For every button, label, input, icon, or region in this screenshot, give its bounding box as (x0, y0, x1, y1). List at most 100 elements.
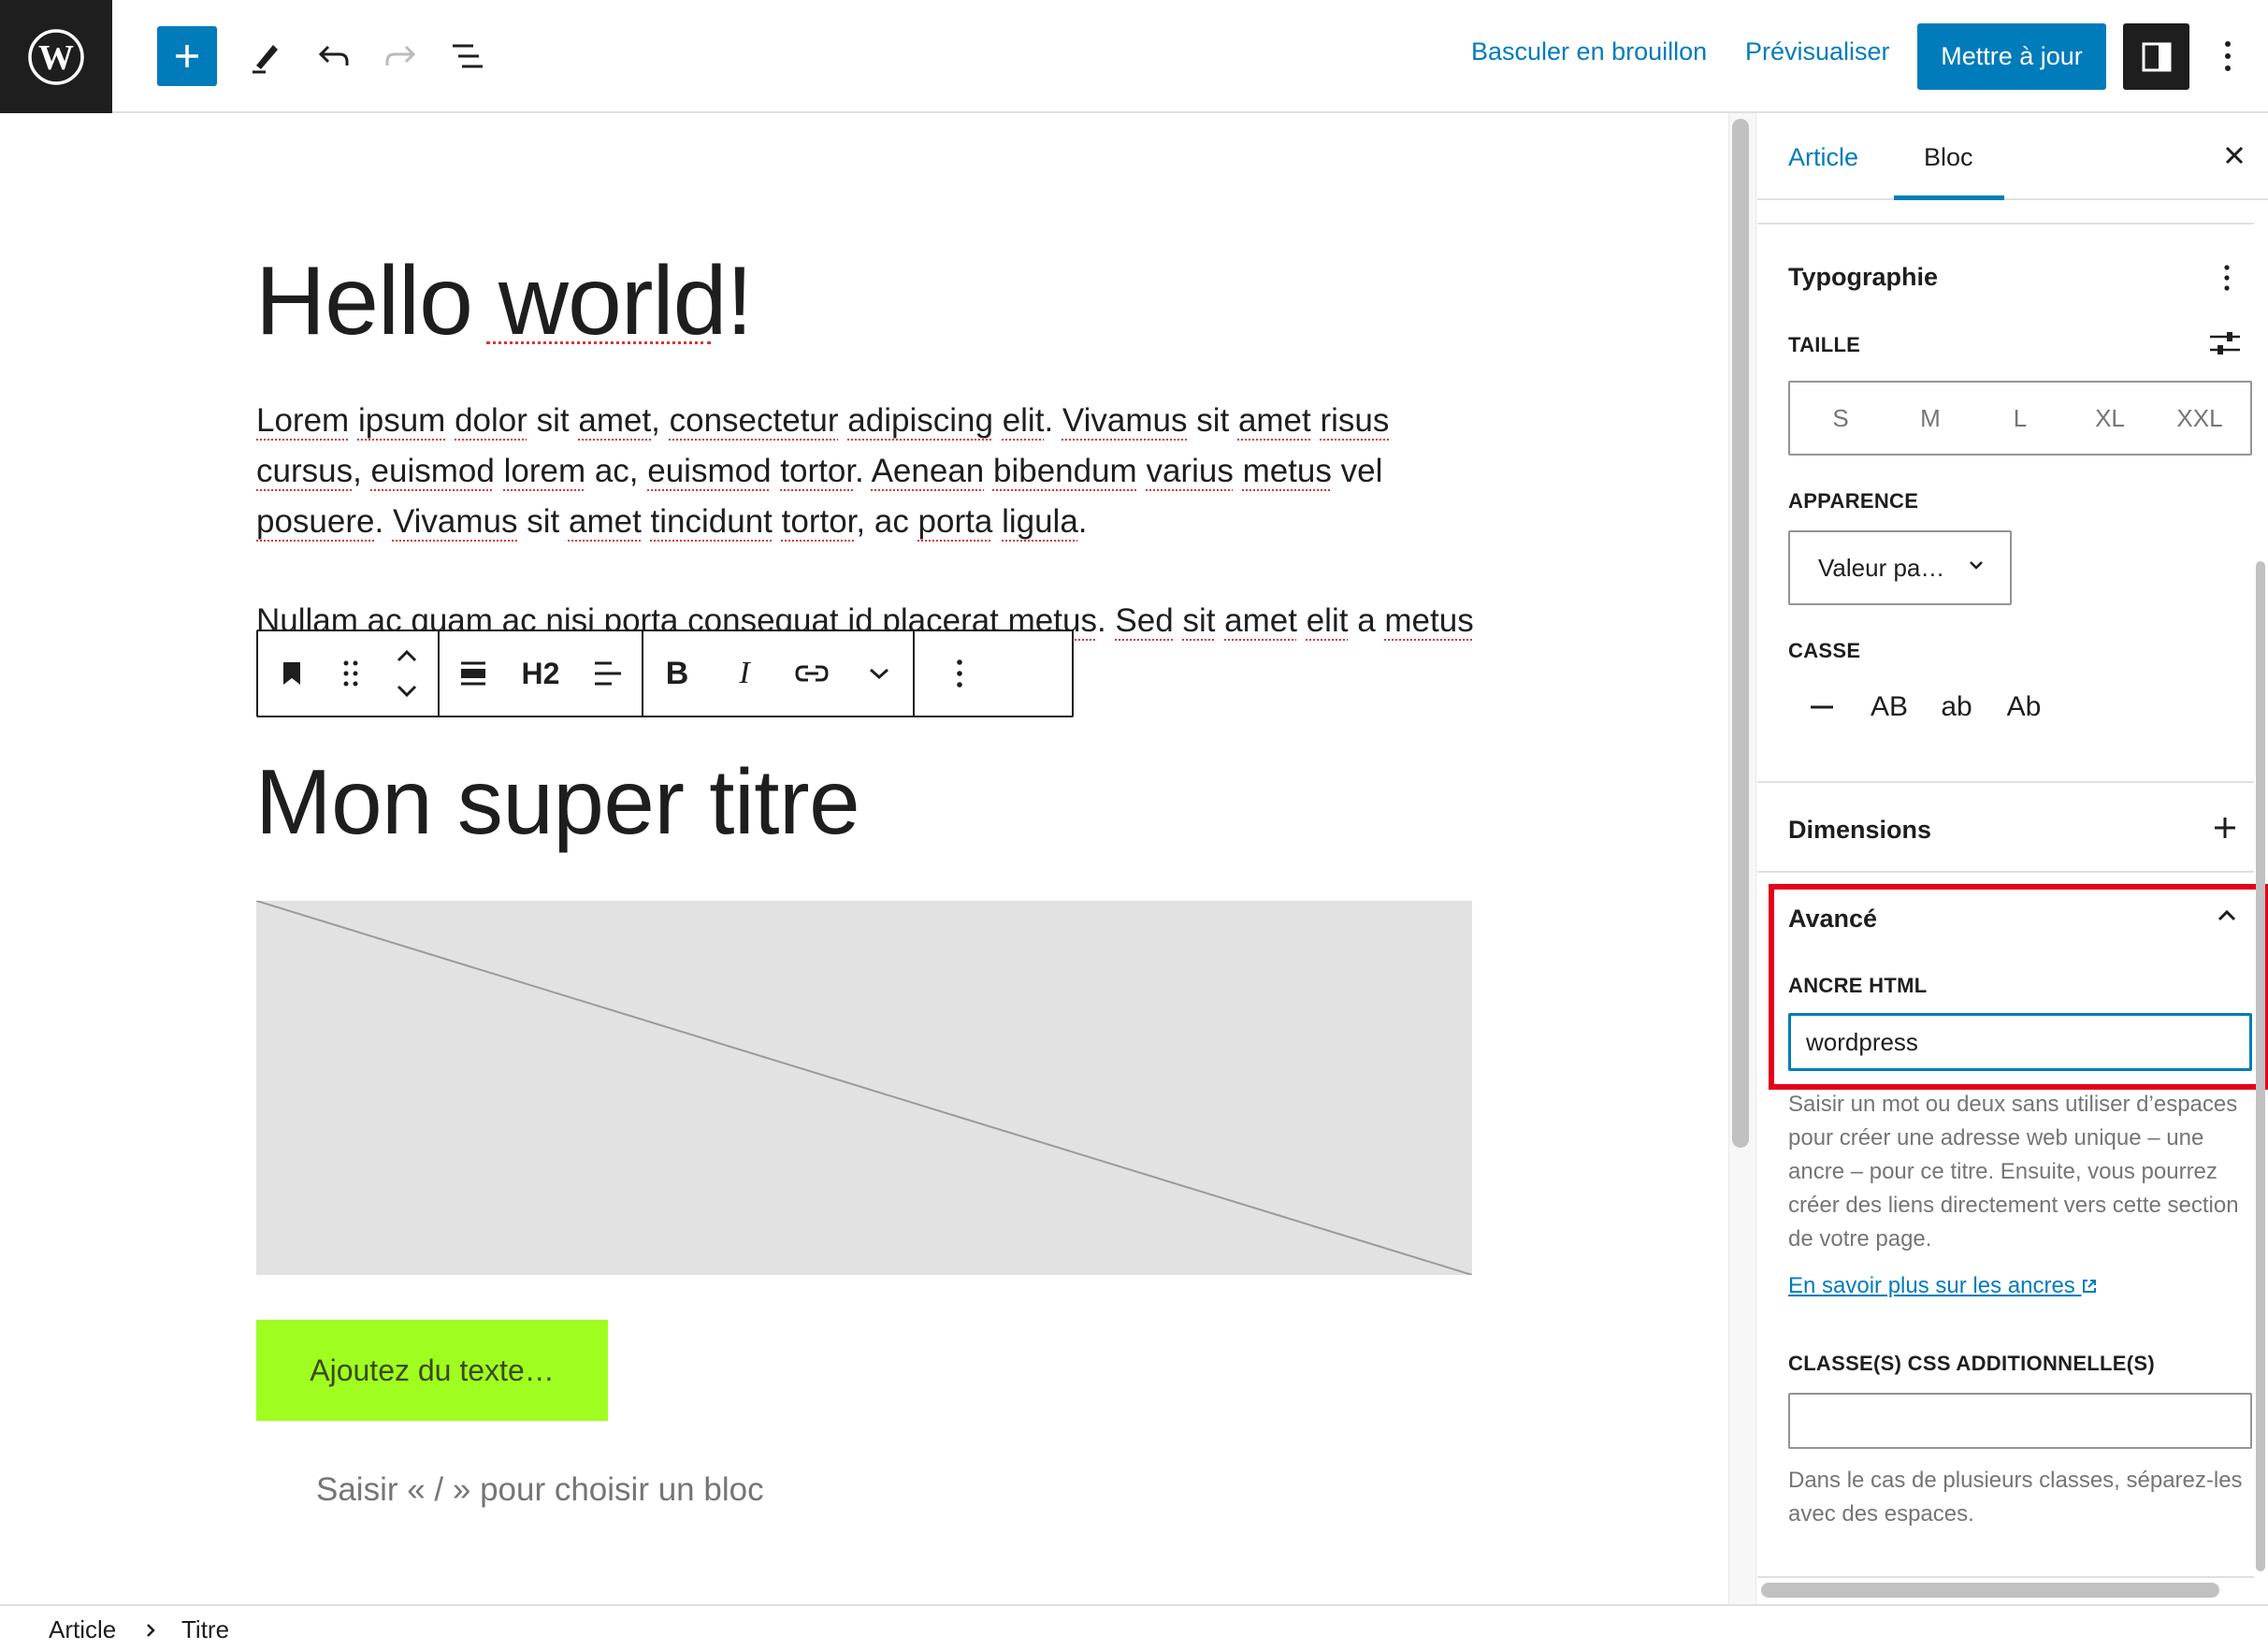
paragraph-word: elit (1002, 402, 1045, 439)
chevron-down-icon (1970, 561, 1983, 570)
typography-options-button[interactable] (2213, 259, 2241, 297)
paragraph-word: ligula (1002, 503, 1078, 540)
drag-handle[interactable] (325, 631, 376, 716)
dimensions-options-button[interactable] (2206, 809, 2244, 847)
paragraph-word: metus (1384, 602, 1474, 639)
font-size-xl[interactable]: XL (2073, 404, 2147, 433)
spellcheck-underline (486, 341, 711, 344)
link-button[interactable] (778, 631, 845, 716)
block-options-button[interactable] (915, 631, 1004, 716)
heading-block[interactable]: Mon super titre (255, 749, 860, 855)
divider (1757, 871, 2254, 873)
redo-icon (385, 45, 416, 65)
paragraph-word (527, 402, 537, 439)
custom-size-button[interactable] (2206, 325, 2244, 362)
font-size-picker: S M L XL XXL (1788, 381, 2252, 456)
text-align-button[interactable] (574, 631, 642, 716)
editor-top-bar: W Basculer en brouillon Prévisualiser Me… (0, 0, 2268, 113)
typography-panel-title: Typographie (1788, 263, 1939, 291)
block-type-button[interactable] (258, 631, 325, 716)
paragraph-word (772, 453, 781, 489)
paragraph-word: , (651, 402, 670, 439)
chevron-down-icon (870, 668, 888, 680)
preview-link[interactable]: Prévisualiser (1745, 37, 1890, 66)
align-left-icon (595, 661, 621, 686)
italic-button[interactable]: I (711, 631, 778, 716)
undo-button[interactable] (304, 26, 364, 86)
paragraph-word: . (374, 503, 393, 540)
bold-button[interactable]: B (643, 631, 711, 716)
paragraph-word: a (1348, 602, 1385, 639)
divider (1757, 781, 2254, 783)
paragraph-word (642, 503, 651, 540)
divider (1757, 223, 2254, 224)
block-toolbar: H2 B I (256, 630, 1074, 717)
heading-level-button[interactable]: H2 (507, 631, 574, 716)
font-size-m[interactable]: M (1893, 404, 1968, 433)
pencil-icon (253, 45, 278, 74)
more-formats-button[interactable] (845, 631, 913, 716)
block-appender[interactable]: Saisir « / » pour choisir un bloc (316, 1471, 764, 1509)
update-button[interactable]: Mettre à jour (1917, 23, 2106, 90)
list-view-icon (453, 44, 483, 68)
button-block[interactable]: Ajoutez du texte… (256, 1320, 608, 1421)
dimensions-panel-title[interactable]: Dimensions (1788, 816, 1931, 845)
case-lowercase-button[interactable]: ab (1923, 684, 1990, 731)
paragraph-word: tortor (780, 453, 856, 489)
more-vertical-icon (2224, 265, 2230, 291)
bookmark-icon (283, 662, 300, 685)
sidebar-scrollbar[interactable] (2256, 561, 2265, 1571)
case-capitalize-button[interactable]: Ab (1990, 684, 2058, 731)
learn-more-anchors-text: En savoir plus sur les ancres (1788, 1273, 2075, 1298)
paragraph-word: sit (536, 402, 570, 439)
move-up-down-buttons[interactable] (376, 631, 438, 716)
plus-icon (2215, 818, 2235, 838)
case-uppercase-button[interactable]: AB (1856, 684, 1923, 731)
html-anchor-input[interactable]: wordpress (1788, 1013, 2252, 1071)
link-icon (795, 665, 829, 682)
switch-to-draft-link[interactable]: Basculer en brouillon (1471, 37, 1707, 66)
options-menu-button[interactable] (2209, 28, 2246, 84)
canvas-scrollbar[interactable] (1732, 119, 1749, 1148)
learn-more-anchors-link[interactable]: En savoir plus sur les ancres (1788, 1273, 2098, 1299)
breadcrumb-title[interactable]: Titre (181, 1615, 229, 1644)
font-size-s[interactable]: S (1803, 404, 1878, 433)
paragraph-word (1187, 402, 1196, 439)
case-none-button[interactable] (1788, 684, 1856, 731)
tools-button[interactable] (236, 26, 296, 86)
advanced-collapse-button[interactable] (2208, 897, 2246, 934)
sidebar-horizontal-scrollbar[interactable] (1761, 1583, 2219, 1598)
image-placeholder[interactable] (256, 901, 1472, 1275)
css-classes-input[interactable] (1788, 1393, 2252, 1449)
appearance-value: Valeur pa… (1818, 553, 1945, 582)
breadcrumb-article[interactable]: Article (49, 1615, 116, 1644)
font-size-xxl[interactable]: XXL (2162, 404, 2237, 433)
css-classes-help: Dans le cas de plusieurs classes, sépare… (1788, 1468, 2243, 1527)
paragraph-block[interactable]: Lorem ipsum dolor sit amet, consectetur … (256, 396, 1491, 547)
advanced-panel-title[interactable]: Avancé (1788, 905, 1877, 934)
paragraph-word (992, 503, 1002, 540)
document-overview-button[interactable] (438, 26, 498, 86)
settings-sidebar: Article Bloc Typographie TAILLE S M L XL… (1757, 113, 2268, 1604)
paragraph-word: porta (917, 503, 993, 540)
settings-toggle-button[interactable] (2123, 23, 2189, 90)
font-size-l[interactable]: L (1983, 404, 2058, 433)
block-toolbar-group-move (258, 631, 440, 716)
tab-bloc[interactable]: Bloc (1924, 143, 1973, 172)
close-sidebar-button[interactable] (2216, 137, 2253, 174)
block-align-button[interactable] (440, 631, 507, 716)
paragraph-word (1234, 453, 1243, 489)
paragraph-word (495, 453, 504, 489)
paragraph-word: euismod (370, 453, 495, 489)
paragraph-word: posuere (256, 503, 375, 540)
minus-icon (1811, 705, 1833, 709)
wordpress-logo-button[interactable]: W (0, 0, 112, 113)
appearance-select[interactable]: Valeur pa… (1788, 530, 2012, 605)
paragraph-word: Vivamus (392, 503, 518, 540)
paragraph-word (1174, 602, 1183, 639)
active-tab-indicator (1894, 195, 2004, 200)
tab-article[interactable]: Article (1788, 143, 1858, 172)
redo-button[interactable] (370, 26, 430, 86)
paragraph-word: bibendum (992, 453, 1137, 489)
block-inserter-button[interactable] (157, 26, 217, 86)
